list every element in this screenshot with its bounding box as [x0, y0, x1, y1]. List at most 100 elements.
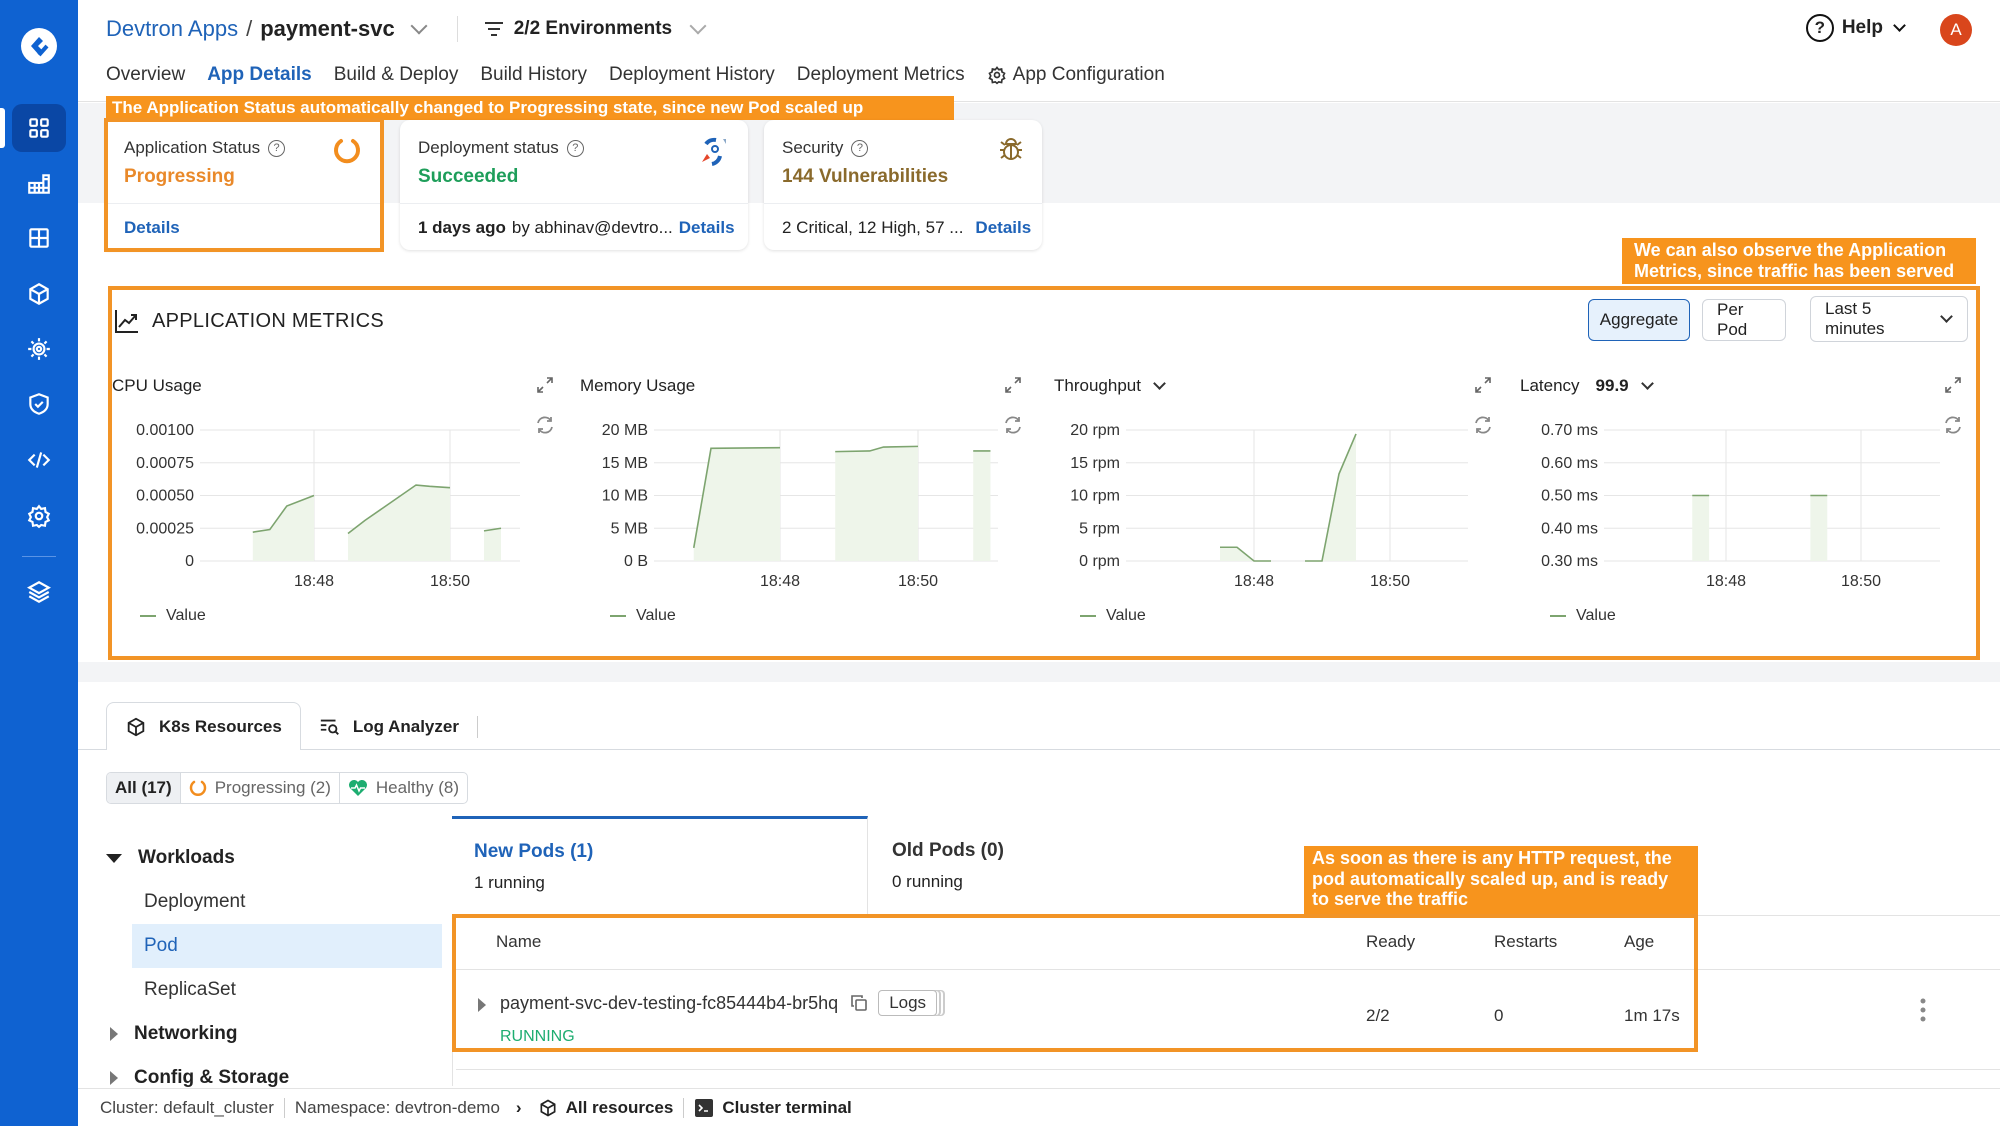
tab-build-history[interactable]: Build History	[480, 64, 587, 86]
app-name[interactable]: payment-svc	[260, 16, 395, 42]
y-tick-label: 0.50 ms	[1541, 488, 1598, 505]
sidebar-item-stack-manager[interactable]	[12, 568, 66, 616]
deployment-details-link[interactable]: Details	[679, 218, 735, 238]
cluster-name: Cluster: default_cluster	[100, 1097, 274, 1117]
tab-log-analyzer[interactable]: Log Analyzer	[301, 704, 477, 750]
cpu-usage-chart: 0 0.00025 0.00050 0.00075 0.00100 18:48 18:50	[136, 422, 520, 590]
security-details-link[interactable]: Details	[975, 218, 1031, 238]
memory-refresh-icon[interactable]	[1002, 414, 1024, 436]
sidebar-item-resource-browser[interactable]	[12, 214, 66, 262]
environment-filter[interactable]: 2/2 Environments	[484, 17, 710, 40]
y-tick-label: 0.70 ms	[1541, 422, 1598, 439]
breadcrumb-devtron-apps[interactable]: Devtron Apps	[106, 16, 238, 42]
vulnerability-summary: 2 Critical, 12 High, 57 ...	[782, 218, 964, 237]
tree-item-replicaset[interactable]: ReplicaSet	[132, 968, 442, 1012]
tab-app-configuration[interactable]: App Configuration	[987, 64, 1165, 86]
cluster-terminal-label: Cluster terminal	[722, 1097, 852, 1117]
legend-label: Value	[636, 607, 676, 624]
latency-title-text: Latency	[1520, 376, 1580, 395]
table-row[interactable]: payment-svc-dev-testing-fc85444b4-br5hq …	[456, 970, 2000, 1070]
cpu-legend[interactable]: Value	[140, 607, 206, 625]
sidebar-item-charts[interactable]	[12, 270, 66, 318]
tab-deployment-history[interactable]: Deployment History	[609, 64, 775, 86]
sidebar-item-app-groups[interactable]	[12, 160, 66, 208]
shield-check-icon	[29, 393, 49, 415]
config-storage-label: Config & Storage	[134, 1067, 290, 1088]
tab-old-pods[interactable]: Old Pods (0) 0 running	[870, 816, 1270, 916]
tree-group-networking[interactable]: Networking	[106, 1012, 442, 1056]
help-icon[interactable]: ?	[566, 139, 584, 157]
help-icon[interactable]: ?	[268, 139, 286, 157]
y-tick-label: 0 rpm	[1079, 553, 1120, 570]
cpu-chart-title: CPU Usage	[112, 376, 202, 396]
latency-legend[interactable]: Value	[1550, 607, 1616, 625]
avatar[interactable]: A	[1940, 14, 1972, 46]
progressing-icon	[189, 780, 206, 796]
pod-name-cell: payment-svc-dev-testing-fc85444b4-br5hq …	[500, 990, 938, 1016]
col-restarts[interactable]: Restarts	[1494, 932, 1557, 952]
time-range-select[interactable]: Last 5 minutes	[1810, 296, 1968, 342]
sidebar-item-security-policies[interactable]	[12, 380, 66, 428]
filter-all[interactable]: All (17)	[107, 773, 181, 803]
logs-button[interactable]: Logs	[878, 990, 938, 1016]
cpu-refresh-icon[interactable]	[534, 414, 556, 436]
throughput-chart-title[interactable]: Throughput	[1054, 376, 1166, 396]
latency-expand-icon[interactable]	[1944, 376, 1966, 398]
app-selector-chevron-icon[interactable]	[410, 17, 428, 35]
help-icon[interactable]: ?	[851, 139, 869, 157]
col-ready[interactable]: Ready	[1366, 932, 1415, 952]
latency-refresh-icon[interactable]	[1942, 414, 1964, 436]
sidebar-item-security-scan[interactable]	[12, 325, 66, 373]
sidebar-divider	[22, 556, 56, 557]
devtron-logo-icon[interactable]	[17, 24, 61, 68]
y-tick-label: 5 rpm	[1079, 520, 1120, 537]
throughput-legend[interactable]: Value	[1080, 607, 1146, 625]
new-pods-title: New Pods (1)	[474, 841, 594, 862]
tree-item-pod[interactable]: Pod	[132, 924, 442, 968]
table-header: Name Ready Restarts Age	[456, 918, 2000, 970]
more-options-icon[interactable]	[1920, 998, 1926, 1022]
tab-k8s-resources[interactable]: K8s Resources	[106, 702, 301, 750]
networking-label: Networking	[134, 1023, 238, 1044]
y-tick-label: 0 B	[624, 553, 648, 570]
building-grid-icon	[28, 174, 50, 194]
memory-expand-icon[interactable]	[1004, 376, 1026, 398]
annotation-app-status: The Application Status automatically cha…	[106, 96, 954, 120]
sidebar-item-applications[interactable]	[12, 104, 66, 152]
filter-progressing[interactable]: Progressing (2)	[181, 773, 340, 803]
sidebar-item-bulk-edit[interactable]	[12, 436, 66, 484]
throughput-expand-icon[interactable]	[1474, 376, 1496, 398]
col-name[interactable]: Name	[496, 932, 541, 952]
app-status-details-link[interactable]: Details	[124, 218, 180, 238]
series-area	[1692, 495, 1710, 561]
metrics-title: APPLICATION METRICS	[152, 309, 385, 332]
memory-legend[interactable]: Value	[610, 607, 676, 625]
all-resources-label: All resources	[565, 1097, 674, 1117]
help-menu[interactable]: ? Help	[1805, 14, 1910, 42]
throughput-refresh-icon[interactable]	[1472, 414, 1494, 436]
cube-icon	[127, 717, 145, 736]
cpu-expand-icon[interactable]	[536, 376, 558, 398]
aggregate-button[interactable]: Aggregate	[1588, 299, 1690, 341]
tab-new-pods[interactable]: New Pods (1) 1 running	[452, 816, 868, 916]
tree-item-deployment[interactable]: Deployment	[132, 880, 442, 924]
per-pod-button[interactable]: Per Pod	[1702, 299, 1786, 341]
tree-group-workloads[interactable]: Workloads	[106, 836, 442, 880]
tab-app-details[interactable]: App Details	[207, 64, 312, 86]
copy-icon[interactable]	[850, 994, 868, 1012]
sidebar-item-global-config[interactable]	[12, 492, 66, 540]
tab-deployment-metrics[interactable]: Deployment Metrics	[797, 64, 965, 86]
resource-tabs: K8s Resources Log Analyzer	[106, 702, 478, 750]
y-tick-label: 0.30 ms	[1541, 553, 1598, 570]
tab-overview[interactable]: Overview	[106, 64, 185, 86]
cluster-terminal-link[interactable]: Cluster terminal	[694, 1097, 852, 1118]
latency-chart-title[interactable]: Latency 99.9	[1520, 376, 1654, 396]
log-search-icon	[320, 719, 339, 735]
filter-healthy[interactable]: Healthy (8)	[340, 773, 467, 803]
gear-icon	[27, 504, 51, 529]
col-age[interactable]: Age	[1624, 932, 1654, 952]
tab-build-deploy[interactable]: Build & Deploy	[334, 64, 459, 86]
all-resources-link[interactable]: All resources	[538, 1097, 674, 1118]
chevron-down-icon	[1640, 377, 1654, 390]
expand-row-icon[interactable]	[478, 998, 486, 1012]
